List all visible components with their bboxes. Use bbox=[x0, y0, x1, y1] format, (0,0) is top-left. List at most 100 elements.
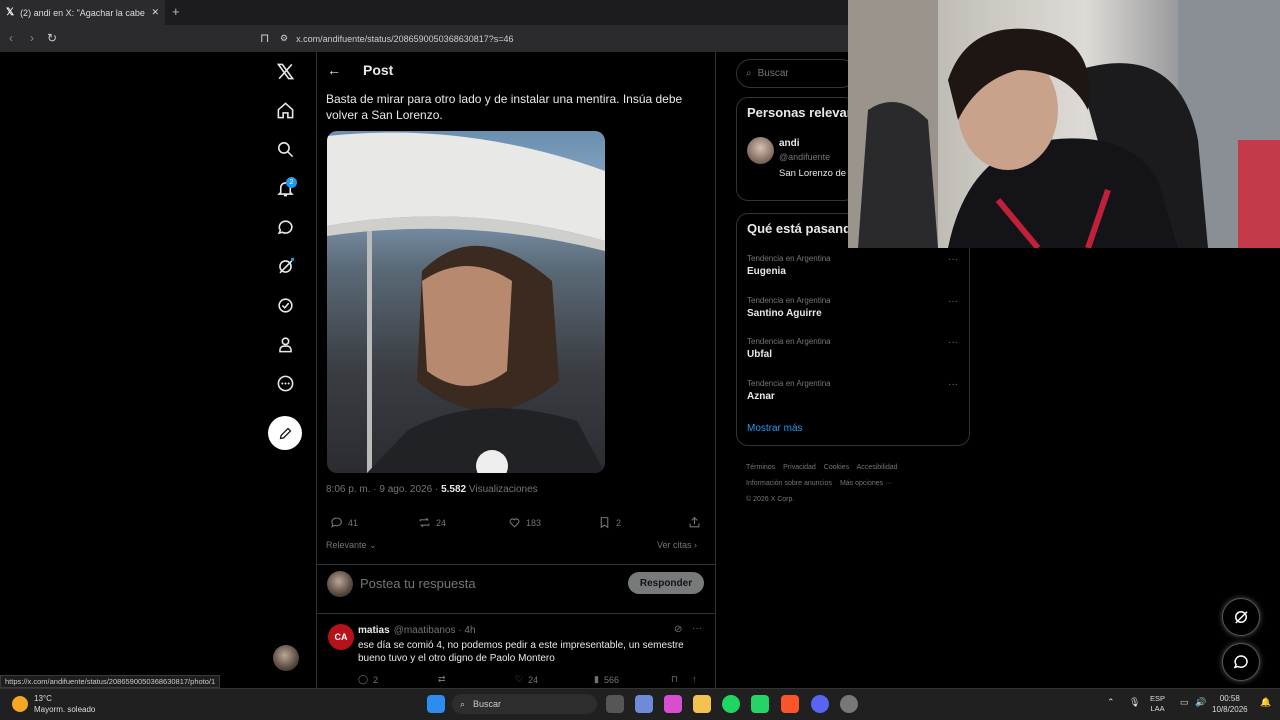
trend-more-icon[interactable]: ··· bbox=[948, 379, 958, 390]
comment-share-action[interactable]: ↑ bbox=[692, 674, 697, 684]
trend-name: Ubfal bbox=[747, 349, 772, 360]
address-bar[interactable]: ⚙ x.com/andifuente/status/20865900503686… bbox=[280, 29, 840, 48]
search-icon[interactable] bbox=[272, 136, 298, 162]
back-arrow-icon[interactable]: ← bbox=[327, 62, 341, 78]
app-icon[interactable] bbox=[635, 695, 653, 713]
comment-more-icon[interactable]: ··· bbox=[692, 623, 702, 634]
repost-action[interactable]: 24 bbox=[418, 516, 446, 529]
comment-like-action[interactable]: ♡ 24 bbox=[515, 674, 538, 685]
views-icon: ▮ bbox=[594, 674, 599, 684]
status-bar-url: https://x.com/andifuente/status/20865900… bbox=[0, 675, 221, 688]
views-label: Visualizaciones bbox=[466, 484, 538, 495]
view-quotes-label: Ver citas bbox=[657, 540, 692, 550]
account-avatar[interactable] bbox=[273, 645, 299, 671]
comment-bookmark-action[interactable]: ⊓ bbox=[671, 674, 678, 685]
reply-avatar bbox=[327, 571, 353, 597]
comment-reply-action[interactable]: ◯ 2 bbox=[358, 674, 378, 685]
copilot-icon[interactable] bbox=[664, 695, 682, 713]
comment-views-action[interactable]: ▮ 566 bbox=[594, 674, 619, 685]
bookmark-count: 2 bbox=[616, 517, 622, 528]
keyboard-layout: LAA bbox=[1150, 704, 1165, 713]
back-icon[interactable]: ‹ bbox=[9, 31, 13, 45]
notifications-icon[interactable]: 2 bbox=[272, 175, 298, 201]
taskbar-search-label: Buscar bbox=[473, 699, 502, 709]
more-icon[interactable] bbox=[272, 370, 298, 396]
compose-post-button[interactable] bbox=[268, 416, 302, 450]
bookmark-page-icon[interactable]: ⊓ bbox=[260, 31, 269, 45]
footer-link[interactable]: Más opciones ··· bbox=[840, 480, 892, 487]
reply-button[interactable]: Responder bbox=[628, 572, 704, 594]
trend-item[interactable]: Tendencia en Argentina Aznar ··· bbox=[747, 379, 962, 402]
show-more-link[interactable]: Mostrar más bbox=[747, 423, 803, 434]
trend-more-icon[interactable]: ··· bbox=[948, 254, 958, 265]
verified-icon[interactable] bbox=[272, 292, 298, 318]
person-avatar[interactable] bbox=[747, 137, 774, 164]
volume-icon[interactable]: 🔊 bbox=[1195, 697, 1206, 708]
x-logo-icon[interactable] bbox=[272, 58, 298, 84]
reload-icon[interactable]: ↻ bbox=[47, 31, 57, 45]
reply-count: 41 bbox=[348, 517, 359, 528]
app-icon[interactable] bbox=[840, 695, 858, 713]
notification-center-icon[interactable]: 🔔 bbox=[1260, 697, 1271, 708]
footer-link[interactable]: Privacidad bbox=[783, 464, 816, 471]
comment-avatar[interactable]: CA bbox=[328, 624, 354, 650]
person-name[interactable]: andi bbox=[779, 138, 800, 149]
close-tab-icon[interactable]: ✕ bbox=[151, 7, 159, 18]
microphone-icon[interactable]: 🎙 bbox=[1129, 697, 1140, 708]
reply-input[interactable]: Postea tu respuesta bbox=[360, 576, 476, 591]
messages-float-button[interactable] bbox=[1222, 643, 1260, 681]
taskbar-search[interactable]: ⌕ Buscar bbox=[452, 694, 597, 714]
like-count: 183 bbox=[526, 517, 542, 528]
temperature: 13°C bbox=[34, 694, 52, 703]
file-explorer-icon[interactable] bbox=[693, 695, 711, 713]
messages-icon[interactable] bbox=[272, 214, 298, 240]
brave-browser-icon[interactable] bbox=[781, 695, 799, 713]
comment-repost-action[interactable]: ⇄ bbox=[438, 674, 446, 685]
site-info-icon[interactable]: ⚙ bbox=[280, 33, 288, 44]
comment-handle: @maatibanos · 4h bbox=[393, 625, 476, 636]
share-action[interactable] bbox=[688, 516, 701, 529]
trend-item[interactable]: Tendencia en Argentina Santino Aguirre ·… bbox=[747, 296, 962, 319]
footer-link[interactable]: Cookies bbox=[824, 464, 849, 471]
discord-icon[interactable] bbox=[811, 695, 829, 713]
comment-author[interactable]: matias bbox=[358, 625, 390, 636]
post-image[interactable] bbox=[327, 131, 605, 473]
trend-more-icon[interactable]: ··· bbox=[948, 337, 958, 348]
windows-start-icon[interactable] bbox=[427, 695, 445, 713]
bookmark-icon: ⊓ bbox=[671, 674, 679, 684]
browser-tab[interactable]: 𝕏 (2) andi en X: "Agachar la cabeza ✕ bbox=[0, 0, 165, 25]
spotify-icon[interactable] bbox=[722, 695, 740, 713]
grok-icon[interactable]: ⊘ bbox=[674, 624, 682, 635]
search-input[interactable]: ⌕ Buscar bbox=[736, 59, 856, 88]
footer-link[interactable]: Términos bbox=[746, 464, 775, 471]
profile-icon[interactable] bbox=[272, 331, 298, 357]
grok-icon bbox=[1235, 611, 1248, 624]
comment-text: ese día se comió 4, no podemos pedir a e… bbox=[358, 640, 684, 664]
like-action[interactable]: 183 bbox=[508, 516, 541, 529]
chevron-up-icon[interactable]: ⌃ bbox=[1107, 697, 1115, 708]
footer-link[interactable]: Información sobre anuncios bbox=[746, 480, 832, 487]
grok-icon[interactable] bbox=[272, 253, 298, 279]
grok-float-button[interactable] bbox=[1222, 598, 1260, 636]
clock[interactable]: 00:58 10/8/2026 bbox=[1212, 693, 1248, 715]
trend-name: Eugenia bbox=[747, 266, 786, 277]
network-icon[interactable]: ▭ bbox=[1180, 697, 1189, 708]
trend-more-icon[interactable]: ··· bbox=[948, 296, 958, 307]
trend-item[interactable]: Tendencia en Argentina Eugenia ··· bbox=[747, 254, 962, 277]
sort-dropdown[interactable]: Relevante ⌄ bbox=[326, 540, 377, 551]
x-favicon-icon: 𝕏 bbox=[6, 7, 15, 18]
bookmark-action[interactable]: 2 bbox=[598, 516, 621, 529]
view-quotes-link[interactable]: Ver citas › bbox=[657, 540, 697, 550]
reply-action[interactable]: 41 bbox=[330, 516, 358, 529]
trend-item[interactable]: Tendencia en Argentina Ubfal ··· bbox=[747, 337, 962, 360]
whatsapp-icon[interactable] bbox=[751, 695, 769, 713]
footer-link[interactable]: Accesibilidad bbox=[857, 464, 898, 471]
forward-icon[interactable]: › bbox=[30, 31, 34, 45]
home-icon[interactable] bbox=[272, 97, 298, 123]
heart-icon: ♡ bbox=[515, 674, 524, 684]
task-view-icon[interactable] bbox=[606, 695, 624, 713]
language-indicator[interactable]: ESP LAA bbox=[1150, 694, 1165, 714]
new-tab-button[interactable]: + bbox=[172, 4, 180, 19]
weather-widget[interactable]: 13°C Mayorm. soleado bbox=[12, 693, 95, 715]
post-meta: 8:06 p. m. · 9 ago. 2026 · 5.582 Visuali… bbox=[326, 484, 538, 495]
